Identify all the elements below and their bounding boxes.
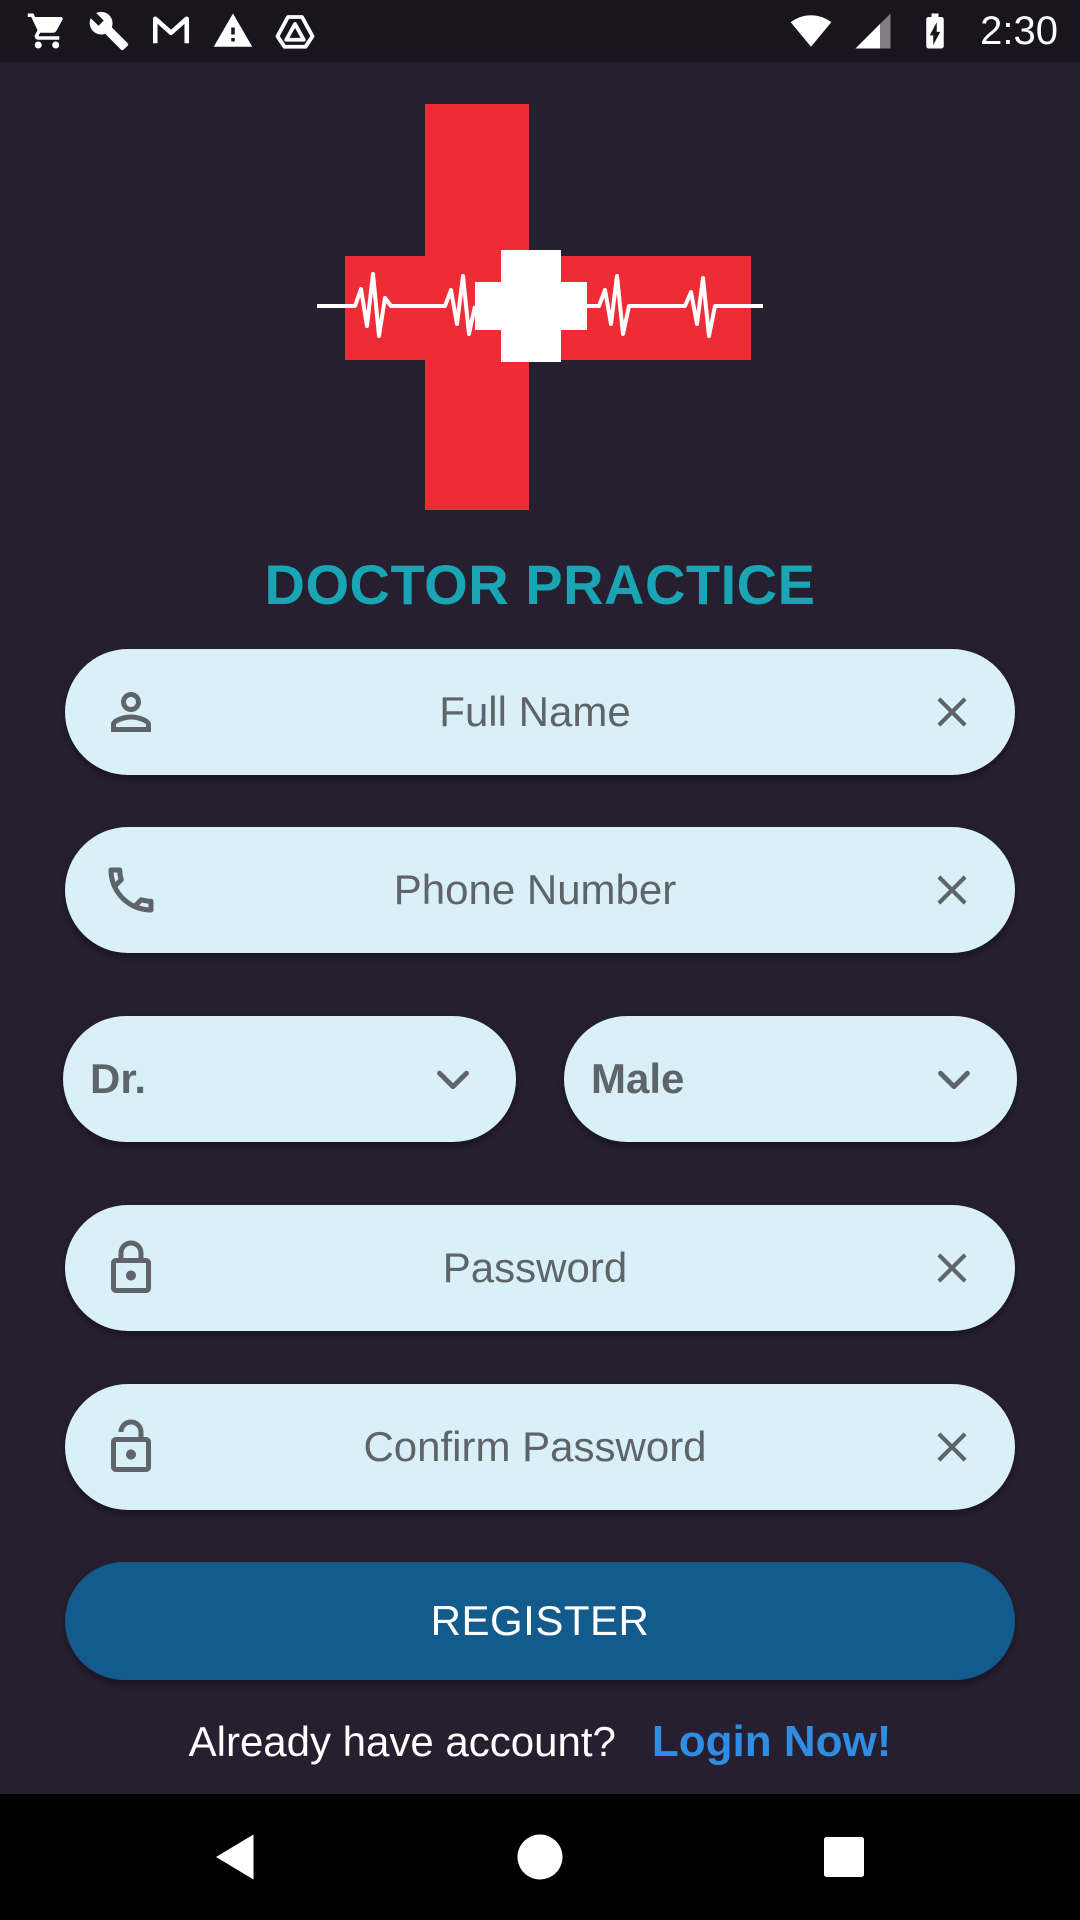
cell-signal-icon [852,10,894,52]
status-left-icons [26,10,316,52]
chevron-down-icon [931,1056,977,1102]
confirm-password-field[interactable]: Confirm Password [65,1384,1015,1510]
status-clock: 2:30 [980,8,1058,53]
login-row: Already have account? Login Now! [0,1712,1080,1772]
phone-number-field[interactable]: Phone Number [65,827,1015,953]
login-prompt: Already have account? [188,1718,616,1765]
back-icon[interactable] [206,1827,266,1887]
close-icon[interactable] [927,1243,977,1293]
phone-icon [101,860,161,920]
password-input[interactable]: Password [175,1205,895,1331]
lock-icon [101,1238,161,1298]
lock-open-icon [101,1417,161,1477]
gmail-icon [150,10,192,52]
close-icon[interactable] [927,1422,977,1472]
password-field[interactable]: Password [65,1205,1015,1331]
phone-number-input[interactable]: Phone Number [175,827,895,953]
register-button[interactable]: REGISTER [65,1562,1015,1680]
full-name-input[interactable]: Full Name [175,649,895,775]
person-icon [101,682,161,742]
wrench-icon [88,10,130,52]
confirm-password-input[interactable]: Confirm Password [175,1384,895,1510]
full-name-field[interactable]: Full Name [65,649,1015,775]
chevron-down-icon [430,1056,476,1102]
title-select[interactable]: Dr. [63,1016,516,1142]
close-icon[interactable] [927,687,977,737]
status-bar: 2:30 [0,0,1080,62]
drive-icon [274,10,316,52]
close-icon[interactable] [927,865,977,915]
gender-select[interactable]: Male [564,1016,1017,1142]
login-now-link[interactable]: Login Now! [652,1717,892,1767]
app-title: DOCTOR PRACTICE [264,553,816,616]
cart-icon [26,10,68,52]
battery-charging-icon [914,10,956,52]
recents-icon[interactable] [814,1827,874,1887]
home-icon[interactable] [510,1827,570,1887]
app-logo [315,84,765,530]
status-right-icons: 2:30 [790,9,1058,54]
title-select-value: Dr. [90,1055,147,1102]
navigation-bar [0,1794,1080,1920]
warning-icon [212,10,254,52]
wifi-icon [790,10,832,52]
gender-select-value: Male [591,1055,685,1102]
